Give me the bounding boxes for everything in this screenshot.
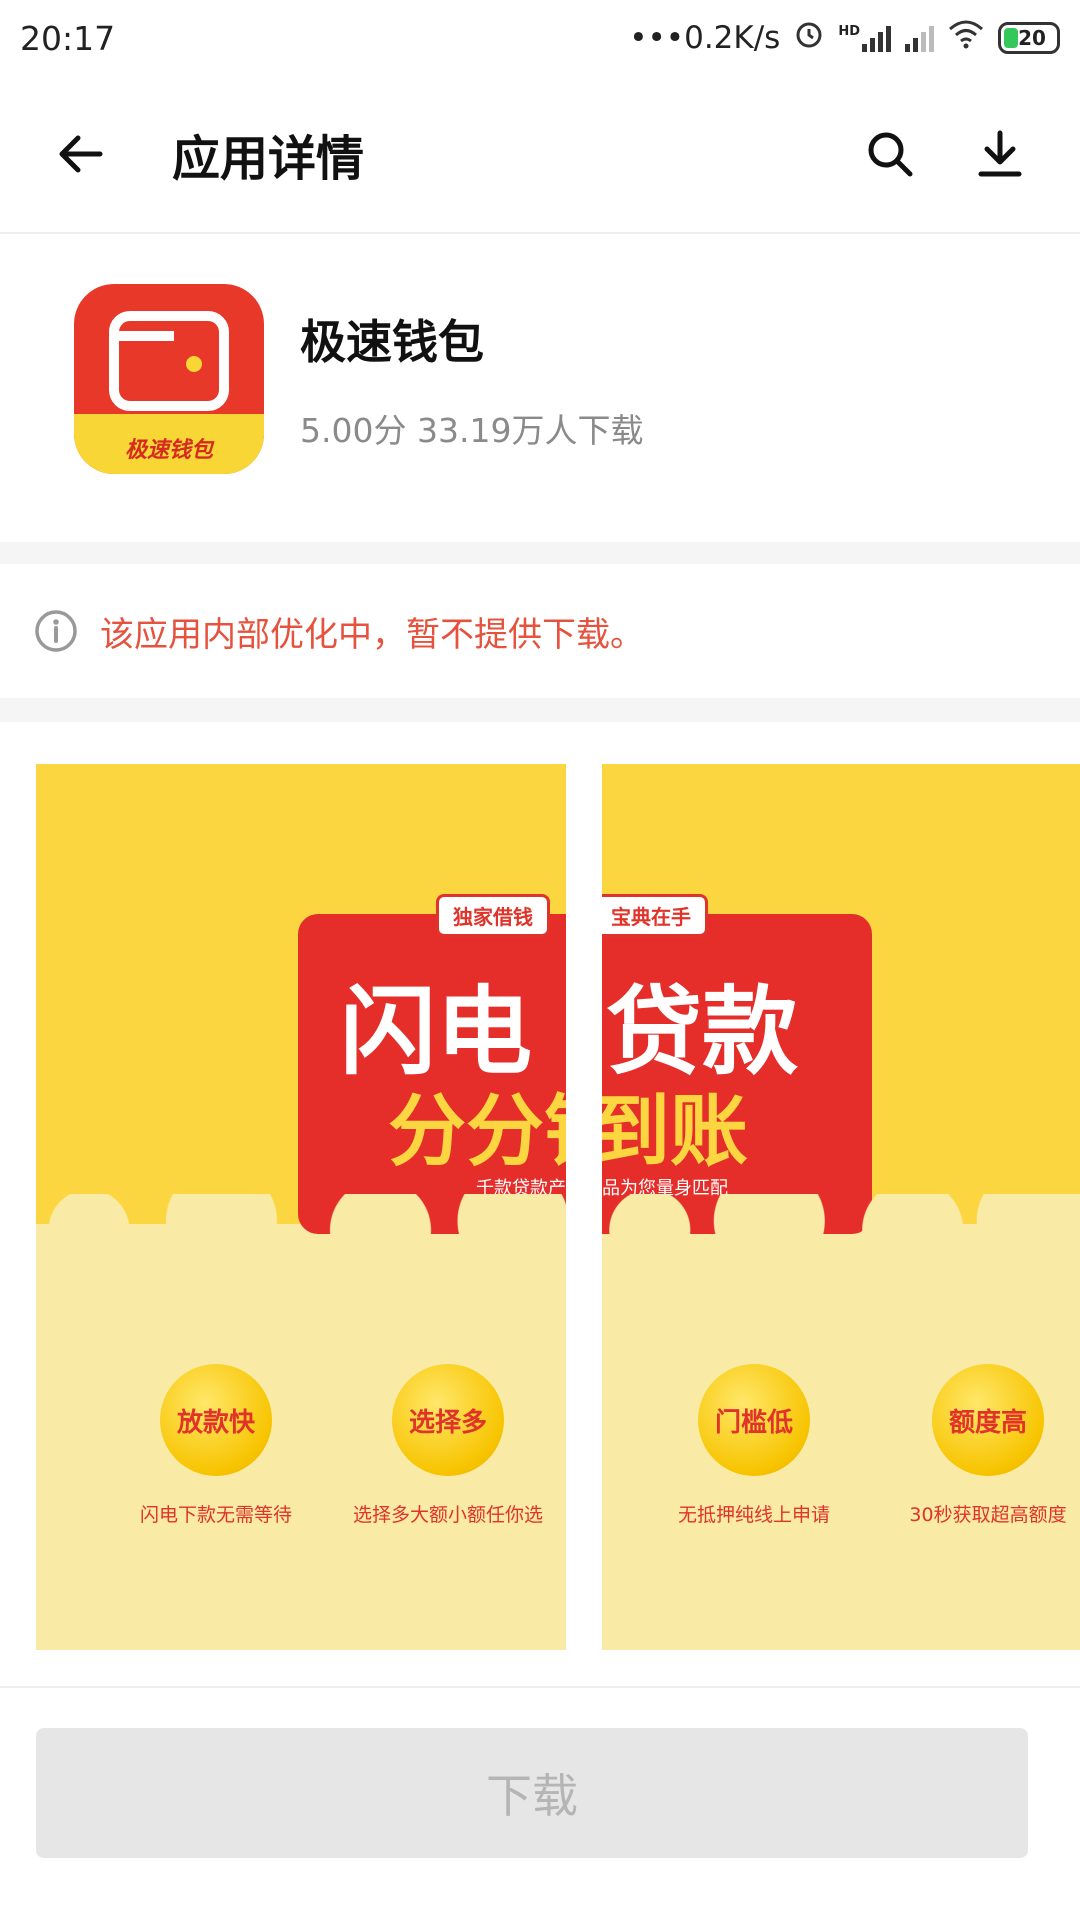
screenshot-tag: 宝典在手: [602, 894, 708, 937]
search-icon: [868, 132, 913, 177]
unavailable-notice: 该应用内部优化中，暂不提供下载。: [0, 564, 1080, 698]
app-name: 极速钱包: [300, 315, 484, 369]
feature-item: 额度高 30秒获取超高额度: [878, 1364, 1080, 1527]
screenshot-2[interactable]: 宝典在手 贷款 到账 品为您量身匹配 门槛低 无抵押纯线上申请 额度高 30秒获…: [602, 764, 1080, 1650]
app-info-section: 极速钱包 极速钱包 5.00分 33.19万人下载: [0, 236, 1080, 542]
signal-icon: [905, 24, 934, 52]
page-title: 应用详情: [172, 131, 365, 187]
screenshot-carousel[interactable]: 独家借钱 闪电 分分钟 千款贷款产 放款快 闪电下款无需等待 选择多 选择多大额…: [0, 722, 1080, 1682]
app-icon-label: 极速钱包: [124, 438, 213, 463]
app-bar: 应用详情: [0, 76, 1080, 234]
feature-coin: 门槛低: [698, 1364, 810, 1476]
info-icon: [35, 610, 77, 652]
hd-label: HD: [838, 24, 860, 39]
screenshot-1[interactable]: 独家借钱 闪电 分分钟 千款贷款产 放款快 闪电下款无需等待 选择多 选择多大额…: [36, 764, 566, 1650]
bottom-bar: 下载: [0, 1686, 1080, 1920]
download-icon: [978, 130, 1022, 177]
wifi-icon: [948, 19, 984, 57]
battery-level: 20: [1018, 26, 1046, 50]
feature-caption: 30秒获取超高额度: [909, 1504, 1067, 1526]
app-rating-downloads: 5.00分 33.19万人下载: [300, 411, 644, 450]
download-button[interactable]: 下载: [36, 1728, 1028, 1858]
feature-coin: 选择多: [392, 1364, 504, 1476]
feature-caption: 无抵押纯线上申请: [677, 1504, 830, 1526]
feature-item: 选择多 选择多大额小额任你选: [338, 1364, 558, 1527]
battery-icon: 20: [998, 22, 1060, 54]
status-indicators: •••0.2K/s HD 20: [629, 19, 1060, 57]
feature-caption: 闪电下款无需等待: [139, 1504, 292, 1526]
status-bar: 20:17 •••0.2K/s HD 20: [0, 0, 1080, 76]
signal-hd-icon: HD: [838, 24, 891, 52]
screenshot-tag: 独家借钱: [436, 894, 550, 937]
status-time: 20:17: [20, 18, 116, 58]
notice-text: 该应用内部优化中，暂不提供下载。: [100, 614, 644, 655]
divider: [0, 698, 1080, 722]
download-manager-button[interactable]: [960, 114, 1040, 194]
feature-coin: 放款快: [160, 1364, 272, 1476]
screenshot-subline: 到账: [602, 1087, 749, 1177]
feature-item: 放款快 闪电下款无需等待: [106, 1364, 326, 1527]
arrow-left-icon: [59, 135, 103, 173]
feature-item: 门槛低 无抵押纯线上申请: [644, 1364, 864, 1527]
screenshot-subline: 分分钟: [388, 1087, 566, 1177]
divider: [0, 542, 1080, 564]
alarm-icon: [794, 19, 824, 57]
search-button[interactable]: [850, 114, 930, 194]
feature-coin: 额度高: [932, 1364, 1044, 1476]
network-speed: •••0.2K/s: [629, 20, 781, 56]
back-button[interactable]: [40, 114, 120, 194]
feature-caption: 选择多大额小额任你选: [352, 1504, 543, 1526]
app-icon: 极速钱包: [74, 284, 264, 474]
